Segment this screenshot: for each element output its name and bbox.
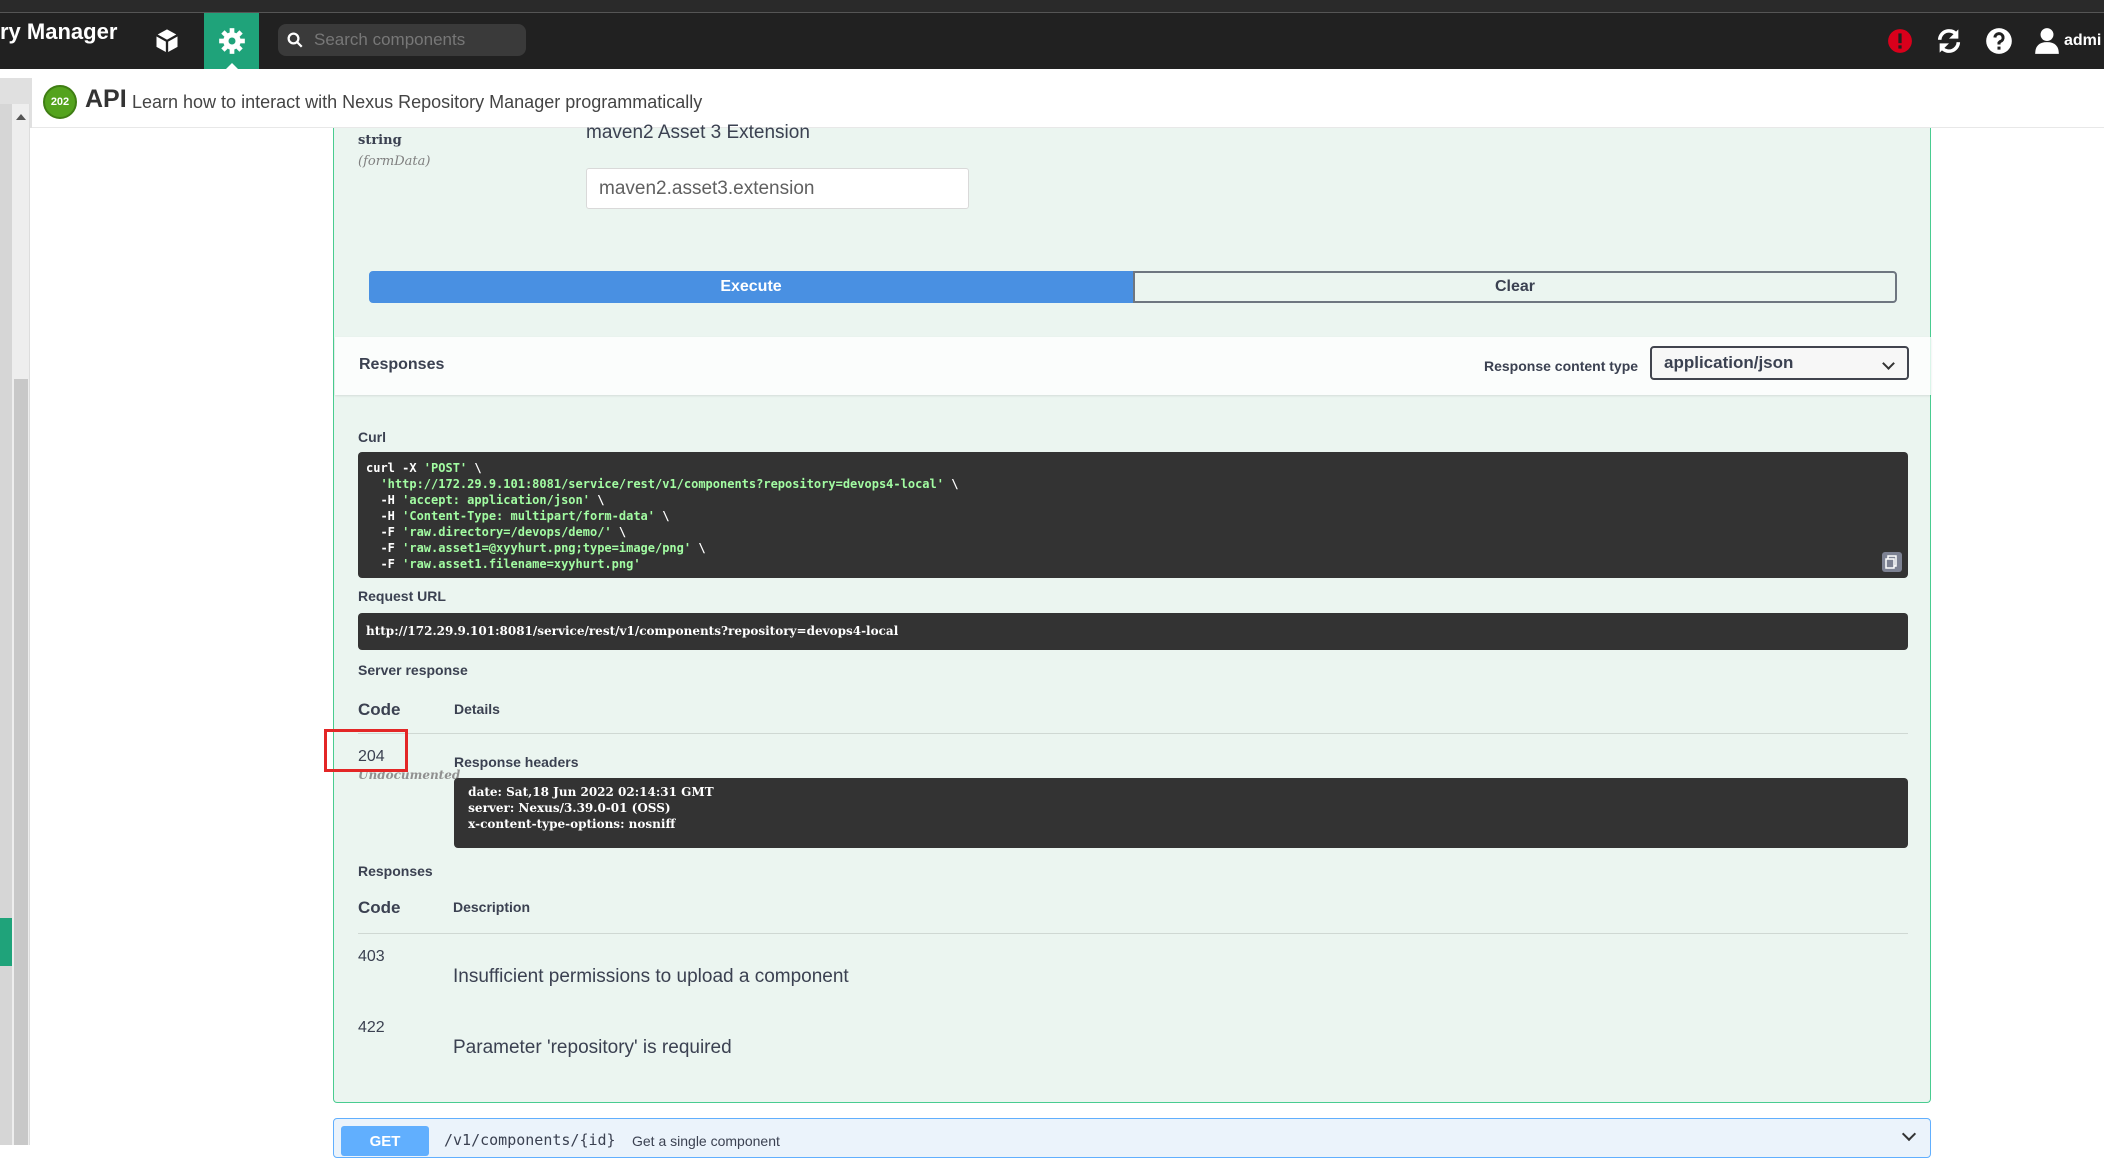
annotation-highlight-box	[324, 729, 408, 772]
curl-label: Curl	[358, 429, 386, 445]
response-content-type-select[interactable]: application/json	[1650, 346, 1909, 380]
system-status-button[interactable]	[1885, 26, 1915, 56]
response-description-403: Insufficient permissions to upload a com…	[453, 966, 849, 987]
chevron-down-icon[interactable]	[1901, 1126, 1917, 1142]
refresh-button[interactable]	[1934, 26, 1964, 56]
user-name: admi	[2064, 32, 2102, 49]
gear-icon	[218, 28, 245, 54]
api-badge-icon: 202	[43, 85, 77, 119]
response-description-422: Parameter 'repository' is required	[453, 1037, 732, 1058]
curl-line: -H 'accept: application/json' \	[366, 493, 605, 507]
scroll-up-icon[interactable]	[16, 114, 26, 120]
curl-code-block: curl -X 'POST' \ 'http://172.29.9.101:80…	[358, 452, 1908, 578]
search-input[interactable]	[312, 29, 512, 51]
app-title: ry Manager	[0, 19, 118, 44]
server-response-code-header: Code	[358, 700, 401, 719]
scroll-thumb[interactable]	[14, 379, 28, 1145]
execute-button[interactable]: Execute	[369, 271, 1133, 303]
divider	[358, 933, 1908, 934]
responses-header: Responses Response content type applicat…	[335, 337, 1931, 395]
param-description: maven2 Asset 3 Extension	[586, 122, 810, 143]
left-nav-selected-indicator	[0, 918, 12, 966]
response-headers-block: date: Sat,18 Jun 2022 02:14:31 GMT serve…	[454, 778, 1908, 848]
get-component-opblock[interactable]: GET /v1/components/{id} Get a single com…	[333, 1118, 1931, 1158]
post-components-opblock: string (formData) maven2 Asset 3 Extensi…	[333, 122, 1931, 1103]
responses-description-header: Description	[453, 899, 531, 915]
curl-line: curl -X 'POST' \	[366, 461, 482, 475]
help-icon	[1986, 28, 2012, 54]
response-headers-label: Response headers	[454, 754, 579, 770]
response-content-type-label: Response content type	[1484, 358, 1639, 374]
refresh-icon	[1937, 29, 1961, 53]
http-method-badge: GET	[341, 1126, 429, 1156]
page-title: API	[85, 85, 127, 113]
help-button[interactable]	[1984, 26, 2014, 56]
browser-top-strip	[0, 0, 2104, 13]
left-nav-panel	[0, 104, 12, 1145]
curl-line: -H 'Content-Type: multipart/form-data' \	[366, 509, 670, 523]
param-type: string	[358, 133, 402, 148]
operation-summary: Get a single component	[632, 1133, 780, 1149]
clear-button[interactable]: Clear	[1133, 271, 1897, 303]
maven2-asset3-extension-input[interactable]	[586, 168, 969, 209]
active-caret	[226, 63, 238, 69]
operation-path: /v1/components/{id}	[444, 1131, 616, 1149]
curl-line: -F 'raw.asset1=@xyyhurt.png;type=image/p…	[366, 541, 706, 555]
search-box[interactable]	[278, 24, 526, 56]
param-location: (formData)	[358, 154, 431, 169]
divider	[358, 733, 1908, 734]
responses-label: Responses	[358, 863, 433, 879]
cube-icon	[155, 29, 179, 53]
alert-icon	[1888, 29, 1912, 53]
request-url-label: Request URL	[358, 588, 446, 604]
responses-title: Responses	[359, 356, 445, 373]
chevron-down-icon	[1882, 357, 1895, 370]
response-content-type-value: application/json	[1664, 353, 1794, 372]
curl-line: -F 'raw.asset1.filename=xyyhurt.png'	[366, 557, 641, 571]
curl-line: 'http://172.29.9.101:8081/service/rest/v…	[380, 477, 959, 491]
administration-button[interactable]	[204, 13, 259, 69]
scrollbar[interactable]	[12, 104, 30, 1145]
search-icon	[287, 32, 303, 48]
curl-line: -F 'raw.directory=/devops/demo/' \	[366, 525, 627, 539]
user-menu[interactable]: admi	[2034, 26, 2101, 56]
response-code-422: 422	[358, 1019, 385, 1036]
copy-to-clipboard-icon[interactable]	[1882, 552, 1902, 572]
user-icon	[2035, 28, 2059, 54]
responses-code-header: Code	[358, 898, 401, 917]
browse-button[interactable]	[150, 13, 184, 69]
server-response-label: Server response	[358, 662, 468, 678]
page-subheader: 202 API Learn how to interact with Nexus…	[0, 78, 2104, 128]
page-description: Learn how to interact with Nexus Reposit…	[132, 92, 703, 112]
response-code-403: 403	[358, 948, 385, 965]
server-response-details-header: Details	[454, 701, 500, 717]
app-header: ry Manager Search components admi	[0, 13, 2104, 69]
request-url-value: http://172.29.9.101:8081/service/rest/v1…	[358, 613, 1908, 650]
